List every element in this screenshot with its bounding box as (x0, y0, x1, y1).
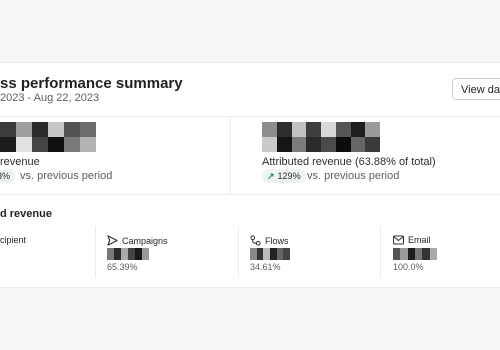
column-flows: Flows (250, 235, 289, 246)
column-divider (95, 226, 96, 278)
column-divider (238, 226, 239, 278)
send-icon (107, 235, 118, 246)
column-label: Email (408, 235, 431, 245)
column-divider (230, 116, 231, 194)
redacted-value-left (0, 122, 96, 152)
campaigns-percent: 65.39% (107, 262, 138, 272)
column-divider (380, 226, 381, 278)
column-recipient: cipient (0, 235, 26, 245)
total-revenue-label: revenue (0, 156, 40, 168)
comparison-text-left: vs. previous period (20, 170, 113, 182)
email-percent: 100.0% (393, 262, 424, 272)
divider (0, 116, 500, 117)
trend-up-icon: ↗ (267, 171, 275, 181)
redacted-value-right (262, 122, 380, 152)
page-title: ss performance summary (0, 75, 183, 92)
change-value-right: 129% (277, 171, 301, 181)
divider (0, 194, 500, 195)
change-badge-right: ↗ 129% (262, 169, 306, 183)
section-title: d revenue (0, 208, 52, 220)
flows-percent: 34.61% (250, 262, 281, 272)
change-value-left: 3% (0, 171, 11, 181)
redacted-value-campaigns (107, 248, 149, 260)
mail-icon (393, 235, 404, 245)
date-range: 2023 - Aug 22, 2023 (0, 92, 100, 104)
comparison-text-right: vs. previous period (307, 170, 400, 182)
column-label: Campaigns (122, 235, 168, 246)
column-label: Flows (265, 235, 289, 246)
column-label: cipient (0, 235, 27, 245)
change-badge-left: 3% (0, 169, 16, 183)
column-email: Email (393, 235, 431, 245)
column-campaigns: Campaigns (107, 235, 168, 246)
attributed-revenue-label: Attributed revenue (63.88% of total) (262, 156, 436, 168)
flows-icon (250, 235, 261, 246)
redacted-value-flows (250, 248, 290, 260)
redacted-value-email (393, 248, 437, 260)
view-dashboard-button[interactable]: View dash (452, 78, 500, 100)
